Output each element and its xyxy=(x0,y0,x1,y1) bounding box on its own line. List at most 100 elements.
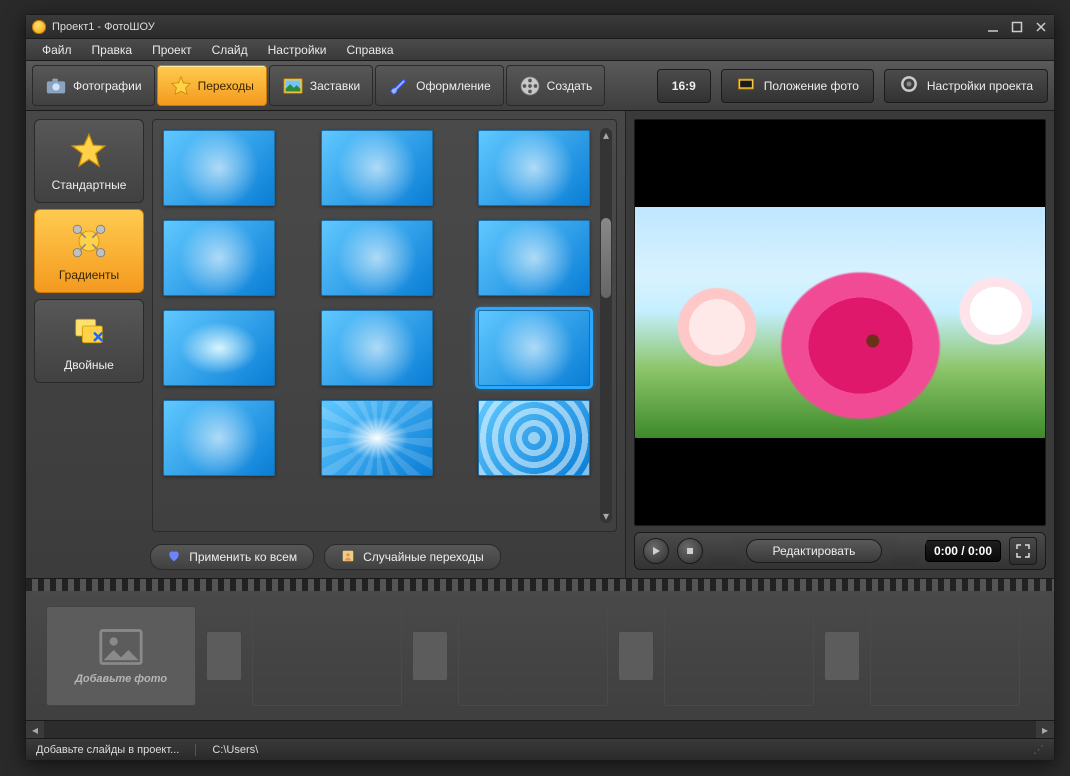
image-placeholder-icon xyxy=(99,627,143,667)
transition-thumb[interactable] xyxy=(163,400,275,476)
filmstrip-top-icon xyxy=(26,579,1054,591)
scroll-thumb[interactable] xyxy=(601,218,611,298)
title-bar: Проект1 - ФотоШОУ xyxy=(26,15,1054,39)
status-bar: Добавьте слайды в проект... C:\Users\ ⋰ xyxy=(26,738,1054,760)
scroll-up-icon[interactable]: ▴ xyxy=(600,128,612,142)
add-photo-slot[interactable]: Добавьте фото xyxy=(46,606,196,706)
transition-thumb[interactable] xyxy=(163,130,275,206)
preview-frame xyxy=(634,119,1046,526)
apply-all-label: Применить ко всем xyxy=(189,550,297,564)
menu-bar: Файл Правка Проект Слайд Настройки Справ… xyxy=(26,39,1054,61)
transition-thumb[interactable] xyxy=(478,400,590,476)
empty-slot[interactable] xyxy=(252,606,402,706)
random-transitions-button[interactable]: Случайные переходы xyxy=(324,544,501,570)
transition-thumb[interactable] xyxy=(163,220,275,296)
transition-gallery: ▴ ▾ xyxy=(152,119,617,532)
tab-transitions[interactable]: Переходы xyxy=(157,65,267,106)
double-icon xyxy=(69,311,109,354)
minimize-button[interactable] xyxy=(986,20,1000,34)
menu-file[interactable]: Файл xyxy=(34,41,80,59)
gradients-icon xyxy=(69,221,109,264)
category-gradients[interactable]: Градиенты xyxy=(34,209,144,293)
transition-thumb[interactable] xyxy=(478,220,590,296)
tab-photos-label: Фотографии xyxy=(73,79,142,93)
add-photo-label: Добавьте фото xyxy=(75,673,167,685)
scroll-right-icon[interactable]: ▸ xyxy=(1036,721,1054,738)
empty-slot[interactable] xyxy=(664,606,814,706)
tab-transitions-label: Переходы xyxy=(198,79,254,93)
aspect-button[interactable]: 16:9 xyxy=(657,69,711,103)
edit-label: Редактировать xyxy=(773,544,856,558)
transition-slot[interactable] xyxy=(412,631,448,681)
transition-thumb[interactable] xyxy=(321,310,433,386)
transition-thumb[interactable] xyxy=(163,310,275,386)
transition-slot[interactable] xyxy=(824,631,860,681)
category-column: Стандартные Градиенты Двойные xyxy=(34,119,144,532)
fullscreen-button[interactable] xyxy=(1009,537,1037,565)
stop-button[interactable] xyxy=(677,538,703,564)
tab-design-label: Оформление xyxy=(416,79,490,93)
menu-slide[interactable]: Слайд xyxy=(204,41,256,59)
position-icon xyxy=(736,74,756,97)
edit-button[interactable]: Редактировать xyxy=(746,539,883,563)
tab-covers-label: Заставки xyxy=(310,79,360,93)
left-pane: Стандартные Градиенты Двойные xyxy=(26,111,626,578)
menu-help[interactable]: Справка xyxy=(338,41,401,59)
tab-create[interactable]: Создать xyxy=(506,65,606,106)
status-path: C:\Users\ xyxy=(212,744,258,756)
preview-pane: Редактировать 0:00 / 0:00 xyxy=(626,111,1054,578)
star-icon xyxy=(170,75,192,97)
reel-icon xyxy=(519,75,541,97)
transition-slot[interactable] xyxy=(206,631,242,681)
category-gradients-label: Градиенты xyxy=(59,268,119,282)
category-standard[interactable]: Стандартные xyxy=(34,119,144,203)
tab-create-label: Создать xyxy=(547,79,593,93)
resize-grip-icon[interactable]: ⋰ xyxy=(1033,743,1044,756)
app-icon xyxy=(32,20,46,34)
menu-project[interactable]: Проект xyxy=(144,41,200,59)
category-double-label: Двойные xyxy=(64,358,114,372)
tab-design[interactable]: Оформление xyxy=(375,65,503,106)
status-hint: Добавьте слайды в проект... xyxy=(36,744,196,756)
category-standard-label: Стандартные xyxy=(52,178,127,192)
scroll-left-icon[interactable]: ◂ xyxy=(26,721,44,738)
close-button[interactable] xyxy=(1034,20,1048,34)
picture-icon xyxy=(282,75,304,97)
transition-thumb[interactable] xyxy=(321,130,433,206)
transition-thumb-selected[interactable] xyxy=(478,310,590,386)
brush-icon xyxy=(388,75,410,97)
menu-edit[interactable]: Правка xyxy=(84,41,141,59)
photo-position-label: Положение фото xyxy=(764,79,859,93)
scroll-down-icon[interactable]: ▾ xyxy=(600,509,612,523)
app-window: Проект1 - ФотоШОУ Файл Правка Проект Сла… xyxy=(25,14,1055,761)
gear-icon xyxy=(899,74,919,97)
project-settings-button[interactable]: Настройки проекта xyxy=(884,69,1048,103)
transition-thumb[interactable] xyxy=(321,400,433,476)
apply-all-button[interactable]: Применить ко всем xyxy=(150,544,314,570)
transition-slot[interactable] xyxy=(618,631,654,681)
star-icon xyxy=(69,131,109,174)
heart-icon xyxy=(167,549,181,566)
gallery-scrollbar[interactable]: ▴ ▾ xyxy=(600,128,612,523)
project-settings-label: Настройки проекта xyxy=(927,79,1033,93)
transition-thumb[interactable] xyxy=(478,130,590,206)
tab-photos[interactable]: Фотографии xyxy=(32,65,155,106)
tab-covers[interactable]: Заставки xyxy=(269,65,373,106)
menu-settings[interactable]: Настройки xyxy=(260,41,335,59)
empty-slot[interactable] xyxy=(458,606,608,706)
timeline-scrollbar[interactable]: ◂ ▸ xyxy=(26,720,1054,738)
random-transitions-label: Случайные переходы xyxy=(363,550,484,564)
window-title: Проект1 - ФотоШОУ xyxy=(52,21,986,33)
toolbar: Фотографии Переходы Заставки Оформление … xyxy=(26,61,1054,111)
time-display: 0:00 / 0:00 xyxy=(925,540,1001,562)
empty-slot[interactable] xyxy=(870,606,1020,706)
timeline: Добавьте фото ◂ ▸ xyxy=(26,578,1054,738)
aspect-label: 16:9 xyxy=(672,79,696,93)
person-icon xyxy=(341,549,355,566)
play-button[interactable] xyxy=(643,538,669,564)
maximize-button[interactable] xyxy=(1010,20,1024,34)
category-double[interactable]: Двойные xyxy=(34,299,144,383)
camera-icon xyxy=(45,75,67,97)
transition-thumb[interactable] xyxy=(321,220,433,296)
photo-position-button[interactable]: Положение фото xyxy=(721,69,874,103)
